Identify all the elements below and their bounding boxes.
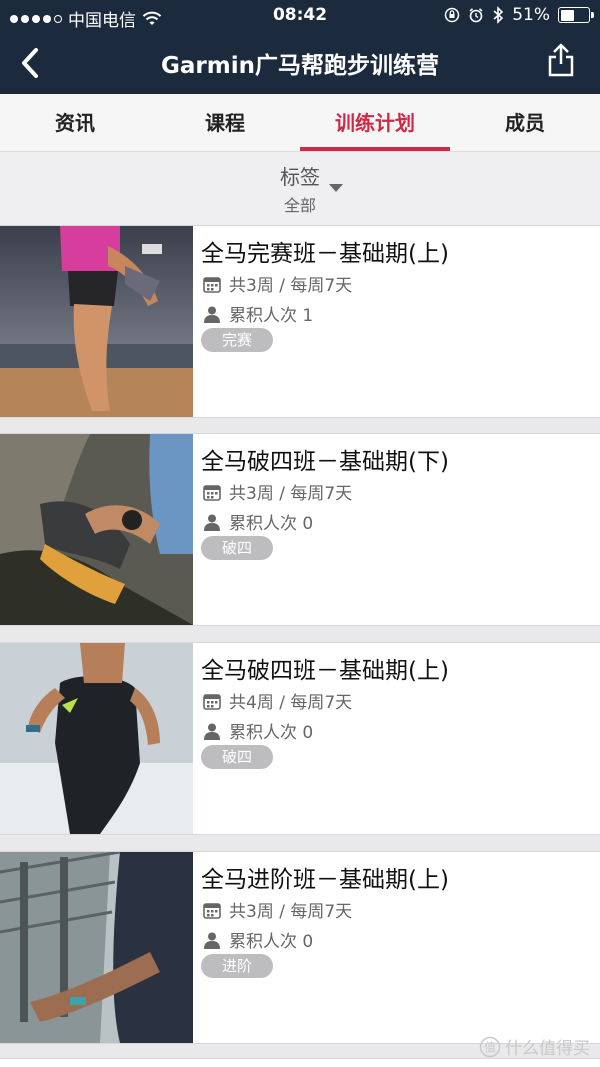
watermark-logo-icon: 值 (479, 1036, 501, 1057)
course-participants: 累积人次 1 (229, 306, 314, 326)
course-participants: 累积人次 0 (229, 723, 314, 743)
course-tag: 破四 (201, 536, 273, 560)
battery-percent: 51% (512, 5, 550, 25)
status-bar: 中国电信 08:42 51% (0, 0, 600, 32)
course-duration: 共4周 / 每周7天 (229, 693, 353, 713)
course-participants: 累积人次 0 (229, 514, 314, 534)
tag-filter[interactable]: 标签 全部 (0, 152, 600, 225)
course-tag: 破四 (201, 745, 273, 769)
person-icon (204, 723, 220, 740)
course-duration: 共3周 / 每周7天 (229, 484, 353, 504)
tab-members[interactable]: 成员 (450, 94, 600, 151)
course-thumbnail (0, 434, 193, 625)
top-bar: 中国电信 08:42 51% Garmin广马帮跑步训练营 (0, 0, 600, 94)
tab-training-plan[interactable]: 训练计划 (300, 94, 450, 151)
course-title: 全马进阶班－基础期(上) (201, 867, 449, 893)
calendar-icon (203, 276, 221, 293)
watermark-text: 什么值得买 (505, 1039, 590, 1059)
person-icon (204, 306, 220, 323)
svg-text:值: 值 (484, 1039, 496, 1054)
calendar-icon (203, 484, 221, 501)
course-duration: 共3周 / 每周7天 (229, 902, 353, 922)
filter-label: 标签 (280, 165, 320, 189)
share-icon[interactable] (546, 42, 576, 78)
person-icon (204, 932, 220, 949)
course-tag: 进阶 (201, 954, 273, 978)
course-thumbnail (0, 852, 193, 1043)
course-duration: 共3周 / 每周7天 (229, 276, 353, 296)
chevron-left-icon[interactable] (16, 45, 48, 81)
course-thumbnail (0, 226, 193, 417)
caret-down-icon (329, 184, 343, 192)
rotation-lock-icon (444, 7, 460, 23)
course-participants: 累积人次 0 (229, 932, 314, 952)
course-card[interactable]: 全马破四班－基础期(上) 共4周 / 每周7天 累积人次 0 破四 (0, 642, 600, 835)
nav-bar: Garmin广马帮跑步训练营 (0, 32, 600, 94)
tab-news[interactable]: 资讯 (0, 94, 150, 151)
tab-courses[interactable]: 课程 (150, 94, 300, 151)
course-card[interactable]: 全马进阶班－基础期(上) 共3周 / 每周7天 累积人次 0 进阶 (0, 851, 600, 1044)
calendar-icon (203, 902, 221, 919)
bluetooth-icon (493, 6, 504, 24)
tab-bar: 资讯 课程 训练计划 成员 (0, 94, 600, 152)
next-card-edge (0, 1058, 600, 1067)
course-thumbnail (0, 643, 193, 834)
course-title: 全马破四班－基础期(上) (201, 658, 449, 684)
course-card[interactable]: 全马破四班－基础期(下) 共3周 / 每周7天 累积人次 0 破四 (0, 433, 600, 626)
watermark: 值 什么值得买 (479, 1034, 590, 1059)
course-title: 全马完赛班－基础期(上) (201, 241, 449, 267)
person-icon (204, 514, 220, 531)
filter-value: 全部 (283, 196, 316, 215)
course-title: 全马破四班－基础期(下) (201, 449, 449, 475)
calendar-icon (203, 693, 221, 710)
course-tag: 完赛 (201, 328, 273, 352)
battery-icon (558, 7, 594, 23)
alarm-icon (469, 8, 483, 23)
page-title: Garmin广马帮跑步训练营 (161, 53, 439, 79)
course-card[interactable]: 全马完赛班－基础期(上) 共3周 / 每周7天 累积人次 1 完赛 (0, 225, 600, 418)
